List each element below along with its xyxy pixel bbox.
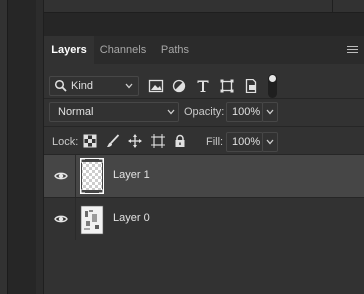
divider [44, 126, 364, 127]
type-filter-icon[interactable] [195, 79, 211, 93]
chevron-down-icon [266, 139, 274, 145]
filter-kind-label: Kind [71, 80, 94, 92]
eye-icon[interactable] [54, 212, 68, 226]
visibility-column-divider [75, 198, 76, 240]
opacity-value: 100% [232, 106, 261, 118]
lock-label: Lock: [52, 136, 79, 148]
tab-channels[interactable]: Channels [94, 36, 152, 64]
upper-panel-scrollbar[interactable] [332, 0, 364, 12]
adjustment-filter-icon[interactable] [171, 79, 187, 93]
tab-layers[interactable]: Layers [44, 36, 94, 64]
layer-row-layer-0[interactable]: Layer 0 [44, 198, 364, 240]
layer-name[interactable]: Layer 0 [113, 212, 150, 224]
filter-kind-dropdown[interactable]: Kind [49, 76, 139, 96]
filter-toggle[interactable] [268, 74, 277, 98]
opacity-label: Opacity: [184, 106, 225, 118]
chevron-down-icon [125, 83, 133, 89]
blend-mode-value: Normal [58, 106, 94, 118]
upper-panel [44, 0, 332, 12]
search-icon [54, 79, 67, 92]
smart-object-filter-icon[interactable] [243, 79, 259, 93]
chevron-down-icon [266, 109, 274, 115]
panel-tab-bar: Layers Channels Paths [44, 36, 364, 64]
image-filter-icon[interactable] [148, 79, 164, 93]
fill-label: Fill: [206, 136, 224, 148]
chevron-down-icon [167, 109, 175, 115]
layer-name[interactable]: Layer 1 [113, 169, 150, 181]
visibility-column-divider [75, 155, 76, 197]
tab-paths[interactable]: Paths [152, 36, 198, 64]
lock-image-pixels-icon[interactable] [106, 134, 120, 148]
lock-artboard-icon[interactable] [151, 134, 165, 148]
fill-input[interactable]: 100% [226, 132, 263, 152]
layers-panel: Layers Channels Paths Kind Normal Opacit… [44, 36, 364, 294]
layer-0-thumbnail[interactable] [80, 201, 104, 237]
panel-divider [44, 12, 364, 13]
eye-icon[interactable] [54, 169, 68, 183]
blend-mode-dropdown[interactable]: Normal [49, 102, 179, 122]
layer-row-layer-1[interactable]: Layer 1 [44, 155, 364, 197]
lock-all-icon[interactable] [173, 134, 187, 148]
layer-1-thumbnail[interactable] [80, 158, 104, 194]
filter-toggle-knob [269, 75, 276, 82]
opacity-input[interactable]: 100% [226, 102, 263, 122]
lock-position-icon[interactable] [128, 134, 142, 148]
panel-gutter [36, 0, 44, 294]
panel-menu-icon[interactable] [347, 46, 358, 55]
lock-transparent-pixels-icon[interactable] [83, 134, 97, 148]
opacity-dropdown-button[interactable] [262, 102, 278, 122]
fill-dropdown-button[interactable] [262, 132, 278, 152]
shape-filter-icon[interactable] [219, 79, 235, 93]
divider [44, 98, 364, 99]
left-scroll-strip [0, 0, 8, 294]
fill-value: 100% [232, 136, 261, 148]
